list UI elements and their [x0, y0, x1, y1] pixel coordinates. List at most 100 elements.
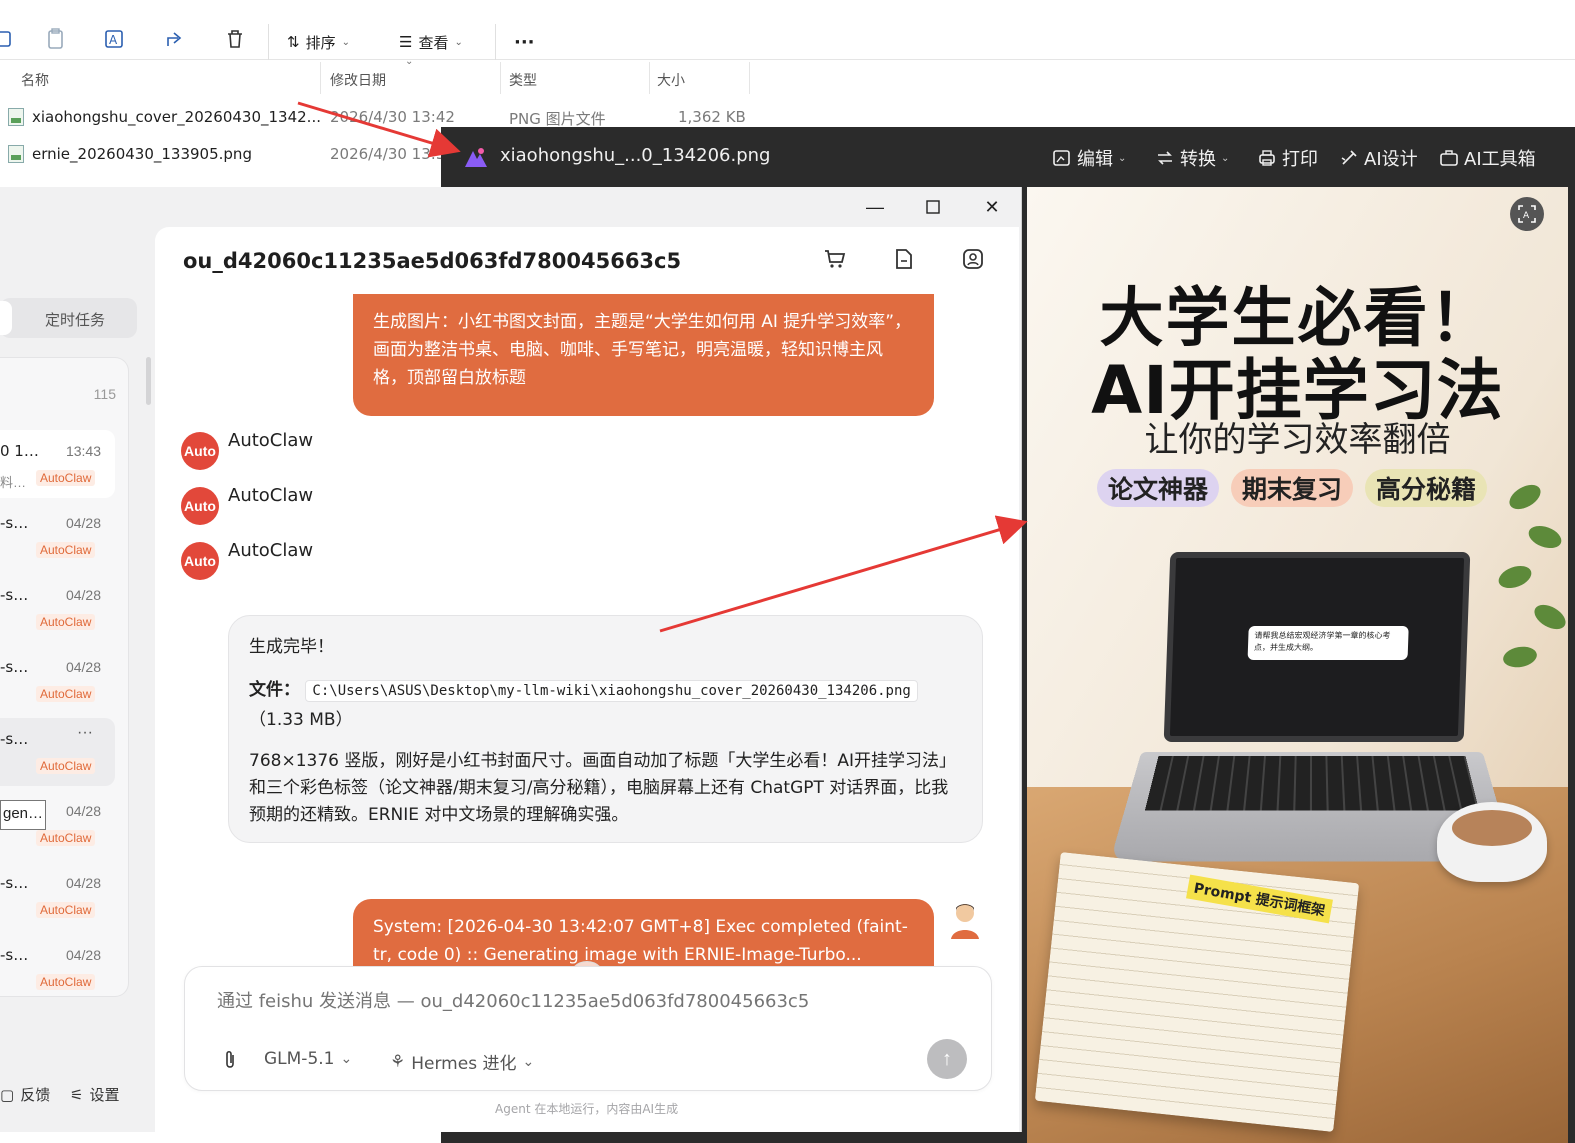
list-item[interactable]: -s… 04/28 AutoClaw — [0, 574, 115, 642]
list-item[interactable]: 0 1… 13:43 料… AutoClaw — [0, 430, 115, 498]
conversation-list: 115 0 1… 13:43 料… AutoClaw -s… 04/28 Aut… — [0, 357, 129, 997]
source-badge: AutoClaw — [36, 902, 96, 918]
viewer-titlebar: xiaohongshu_...0_134206.png 编辑 ⌄ 转换 ⌄ 打印 A… — [441, 127, 1575, 187]
convert-icon — [1158, 151, 1172, 165]
convert-button[interactable]: 转换 ⌄ — [1155, 145, 1229, 171]
source-badge: AutoClaw — [36, 830, 96, 846]
list-item[interactable]: gen… 04/28 AutoClaw — [0, 790, 115, 858]
paperclip-icon — [226, 1050, 234, 1068]
send-button[interactable]: ↑ — [927, 1039, 967, 1079]
sort-button[interactable]: ⇅ 排序 ⌄ — [287, 30, 350, 54]
agent-avatar: Auto — [181, 432, 219, 470]
hermes-icon: ⚘ — [390, 1051, 406, 1072]
column-date[interactable]: 修改日期 — [330, 70, 386, 90]
explorer-toolbar: A ⇅ 排序 ⌄ ☰ 查看 ⌄ ··· — [0, 8, 1575, 60]
agent-name: AutoClaw — [228, 485, 314, 506]
more-options-button[interactable]: ··· — [514, 30, 535, 54]
file-label: 文件： — [249, 680, 300, 700]
source-badge: AutoClaw — [36, 758, 96, 774]
sidebar-tabs: 定时任务 — [0, 298, 137, 338]
laptop-keyboard — [1144, 755, 1480, 811]
file-type: PNG 图片文件 — [509, 110, 606, 128]
mode-select[interactable]: ⚘ Hermes 进化 ⌄ — [390, 1049, 535, 1075]
chevron-down-icon: ⌄ — [1221, 152, 1230, 164]
svg-text:A: A — [1523, 211, 1530, 221]
chevron-down-icon: ⌄ — [341, 36, 350, 48]
agent-reply-bubble: 生成完毕！ 文件： C:\Users\ASUS\Desktop\my-llm-w… — [228, 615, 983, 843]
file-date: 2026/4/30 13:42 — [330, 108, 455, 126]
message-input[interactable] — [217, 991, 917, 1012]
tab-scheduled-tasks[interactable]: 定时任务 — [45, 309, 105, 330]
print-button[interactable]: 打印 — [1257, 145, 1318, 171]
minimize-icon[interactable]: — — [863, 195, 887, 219]
tab-conversations[interactable] — [0, 301, 12, 335]
chevron-down-icon: ⌄ — [454, 36, 463, 48]
settings-sliders-icon: ⚟ — [70, 1085, 84, 1104]
source-badge: AutoClaw — [36, 542, 96, 558]
source-badge: AutoClaw — [36, 686, 96, 702]
scan-text-icon[interactable]: A — [1510, 197, 1544, 231]
file-date: 2026/4/30 13:3 — [330, 145, 446, 163]
paste-icon[interactable] — [45, 28, 67, 50]
column-divider — [749, 62, 750, 94]
chat-panel: ou_d42060c11235ae5d063fd780045663c5 生成图片… — [155, 227, 1019, 1132]
coffee-cup-illustration — [1437, 802, 1547, 882]
poster-tag: 论文神器 — [1097, 469, 1219, 507]
list-item[interactable]: -s… 04/28 AutoClaw — [0, 862, 115, 930]
printer-icon — [1259, 150, 1275, 166]
laptop-chat-bubble: 请帮我总结宏观经济学第一章的核心考点，并生成大纲。 — [1247, 626, 1409, 660]
rename-icon[interactable] — [0, 28, 16, 50]
toolbox-icon — [1440, 150, 1458, 166]
ai-design-icon — [1341, 150, 1357, 165]
feedback-button[interactable]: ▢ 反馈 — [0, 1084, 50, 1105]
file-size: 1,362 KB — [678, 108, 746, 126]
png-file-icon — [8, 145, 24, 163]
column-type[interactable]: 类型 — [509, 70, 537, 90]
reply-body: 768×1376 竖版，刚好是小红书封面尺寸。画面自动加了标题「大学生必看！AI… — [249, 751, 957, 825]
image-edit-icon — [1053, 150, 1070, 166]
column-name[interactable]: 名称 — [21, 70, 49, 90]
more-options-icon[interactable]: ··· — [77, 724, 93, 742]
profile-card-icon[interactable] — [961, 247, 987, 273]
ai-design-button[interactable]: AI设计 — [1339, 145, 1418, 171]
edit-button[interactable]: 编辑 ⌄ — [1052, 145, 1126, 171]
list-item[interactable]: -s… ··· AutoClaw — [0, 718, 115, 786]
settings-button[interactable]: ⚟ 设置 — [70, 1084, 119, 1105]
file-list-header: 名称 修改日期 ⌄ 类型 大小 — [0, 56, 760, 94]
model-select[interactable]: GLM-5.1 ⌄ — [264, 1049, 352, 1069]
list-item[interactable]: -s… 04/28 AutoClaw — [0, 502, 115, 570]
column-divider — [649, 62, 650, 94]
sort-icon: ⇅ — [287, 33, 300, 51]
poster-image: 大学生必看！ AI开挂学习法 让你的学习效率翻倍 论文神器 期末复习 高分秘籍 … — [1027, 187, 1568, 1143]
delete-icon[interactable] — [224, 28, 246, 50]
chevron-down-icon: ⌄ — [522, 1053, 535, 1070]
reply-heading: 生成完毕！ — [249, 637, 334, 657]
maximize-icon[interactable] — [921, 195, 945, 219]
chevron-down-icon: ⌄ — [1118, 152, 1127, 164]
chat-title: ou_d42060c11235ae5d063fd780045663c5 — [183, 249, 682, 273]
agent-name: AutoClaw — [228, 430, 314, 451]
ai-toolbox-button[interactable]: AI工具箱 — [1439, 145, 1536, 171]
close-icon[interactable]: ✕ — [980, 195, 1004, 219]
list-item[interactable]: -s… 04/28 AutoClaw — [0, 646, 115, 714]
sort-indicator-icon: ⌄ — [405, 56, 414, 67]
user-message-bubble: 生成图片：小红书图文封面，主题是“大学生如何用 AI 提升学习效率”，画面为整洁… — [353, 294, 934, 416]
view-button[interactable]: ☰ 查看 ⌄ — [399, 30, 463, 54]
attach-button[interactable] — [221, 1049, 239, 1071]
share-icon[interactable] — [164, 28, 186, 50]
viewer-file-title: xiaohongshu_...0_134206.png — [500, 145, 771, 166]
sidebar: 定时任务 115 0 1… 13:43 料… AutoClaw -s… 04/2… — [0, 187, 155, 1132]
agent-avatar: Auto — [181, 487, 219, 525]
poster-tag: 期末复习 — [1231, 469, 1353, 507]
rename-input[interactable]: gen… — [0, 800, 46, 830]
source-badge: AutoClaw — [36, 470, 96, 486]
rename-text-icon[interactable]: A — [104, 28, 126, 50]
view-list-icon: ☰ — [399, 33, 413, 51]
cart-icon[interactable] — [823, 247, 849, 273]
list-item[interactable]: -s… 04/28 AutoClaw — [0, 934, 115, 996]
conversation-count: 115 — [93, 386, 116, 402]
file-icon[interactable] — [892, 247, 918, 273]
file-path[interactable]: C:\Users\ASUS\Desktop\my-llm-wiki\xiaoho… — [305, 680, 918, 702]
column-size[interactable]: 大小 — [657, 70, 685, 90]
sidebar-scrollbar[interactable] — [146, 357, 151, 405]
